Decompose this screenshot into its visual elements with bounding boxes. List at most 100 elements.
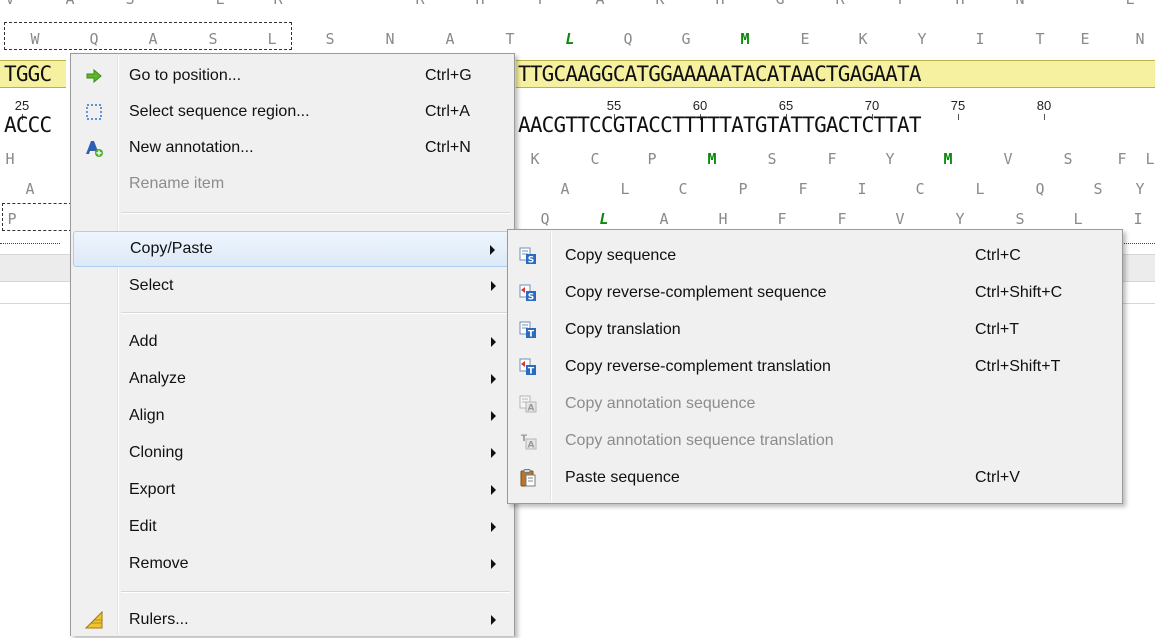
aa-letter: Q [1035, 180, 1045, 198]
aa-letter: H [950, 0, 970, 8]
aa-letter: H [5, 150, 15, 168]
menu-item-new-annotation[interactable]: New annotation... Ctrl+N [73, 130, 512, 166]
aa-letter: C [678, 180, 688, 198]
aa-letter: R [268, 0, 288, 8]
menu-item-copy-translation[interactable]: T Copy translation Ctrl+T [510, 312, 1120, 348]
menu-item-remove[interactable]: Remove [73, 546, 512, 582]
copy-revcomp-sequence-icon: S [519, 284, 536, 303]
svg-text:T: T [528, 330, 535, 340]
aa-letter: A [445, 30, 455, 48]
paste-icon [520, 469, 536, 487]
aa-letter: F [1117, 150, 1127, 168]
menu-item-label: New annotation... [129, 139, 254, 156]
menu-item-label: Go to position... [129, 67, 242, 84]
aa-letter: K [650, 0, 670, 8]
dashed-selection-icon [86, 104, 102, 120]
aa-letter: V [895, 210, 905, 228]
aa-letter: M [707, 150, 717, 168]
menu-item-cloning[interactable]: Cloning [73, 435, 512, 471]
menu-item-copy-paste[interactable]: Copy/Paste [73, 231, 512, 267]
menu-item-label: Analyze [129, 370, 186, 387]
menu-item-edit[interactable]: Edit [73, 509, 512, 545]
aa-letter: G [681, 30, 691, 48]
dna-forward-right: TTGCAAGGCATGGAAAAATACATAACTGAGAATA [518, 62, 921, 86]
menu-item-select-sequence-region[interactable]: Select sequence region... Ctrl+A [73, 94, 512, 130]
aa-letter: A [60, 0, 80, 8]
aa-letter: L [620, 180, 630, 198]
aa-letter: Q [89, 30, 99, 48]
menu-item-label: Copy reverse-complement translation [565, 358, 831, 375]
aa-letter: A [148, 30, 158, 48]
aa-letter: S [1093, 180, 1103, 198]
aa-letter: N [1135, 30, 1145, 48]
ruler-tick: 80 [1029, 98, 1059, 120]
menu-item-rulers[interactable]: Rulers... [73, 602, 512, 638]
copy-revcomp-translation-icon: T [519, 358, 536, 377]
menu-item-copy-revcomp-sequence[interactable]: S Copy reverse-complement sequence Ctrl+… [510, 275, 1120, 311]
svg-text:A: A [528, 441, 535, 451]
ruler-tick: 70 [857, 98, 887, 120]
aa-letter: T [505, 30, 515, 48]
menu-item-shortcut: Ctrl+C [975, 247, 1021, 264]
aa-letter: P [7, 210, 17, 228]
aa-letter: H [710, 0, 730, 8]
menu-item-copy-sequence[interactable]: S Copy sequence Ctrl+C [510, 238, 1120, 274]
submenu-arrow-icon [491, 281, 496, 291]
aa-letter: P [738, 180, 748, 198]
aa-letter: Y [885, 150, 895, 168]
aa-letter: A [590, 0, 610, 8]
aa-letter: K [858, 30, 868, 48]
menu-item-label: Copy annotation sequence translation [565, 432, 834, 449]
submenu-arrow-icon [491, 337, 496, 347]
ruler-icon [84, 610, 103, 629]
dna-forward-left: TGGC [4, 62, 52, 86]
menu-item-export[interactable]: Export [73, 472, 512, 508]
menu-item-label: Remove [129, 555, 189, 572]
menu-item-shortcut: Ctrl+A [425, 103, 470, 120]
context-menu: Go to position... Ctrl+G Select sequence… [70, 53, 515, 636]
submenu-arrow-icon [491, 411, 496, 421]
menu-item-label: Export [129, 481, 176, 498]
svg-text:T: T [528, 367, 535, 377]
aa-letter: L [267, 30, 277, 48]
aa-letter: C [590, 150, 600, 168]
copy-sequence-icon: S [519, 247, 536, 266]
new-annotation-icon [86, 141, 103, 157]
aa-row-top: V A S L R R H T A K H G R T H N L [0, 0, 1155, 12]
aa-letter: E [1080, 30, 1090, 48]
menu-item-add[interactable]: Add [73, 324, 512, 360]
menu-item-shortcut: Ctrl+V [975, 469, 1020, 486]
menu-item-shortcut: Ctrl+G [425, 67, 472, 84]
aa-letter: P [647, 150, 657, 168]
menu-item-label: Paste sequence [565, 469, 680, 486]
green-arrow-icon [86, 68, 102, 84]
aa-letter: Y [1135, 180, 1145, 198]
menu-item-label: Select sequence region... [129, 103, 310, 120]
menu-item-label: Align [129, 407, 165, 424]
aa-letter: H [718, 210, 728, 228]
aa-row-1: W Q A S L S N A T L Q G M E K Y I T E N [0, 30, 1155, 52]
menu-item-copy-annotation-sequence: A Copy annotation sequence [510, 386, 1120, 422]
aa-letter: E [800, 30, 810, 48]
menu-item-label: Copy annotation sequence [565, 395, 756, 412]
menu-item-paste-sequence[interactable]: Paste sequence Ctrl+V [510, 460, 1120, 496]
menu-item-go-to-position[interactable]: Go to position... Ctrl+G [73, 58, 512, 94]
aa-letter: S [1015, 210, 1025, 228]
aa-letter: C [915, 180, 925, 198]
menu-item-copy-revcomp-translation[interactable]: T Copy reverse-complement translation Ct… [510, 349, 1120, 385]
menu-item-align[interactable]: Align [73, 398, 512, 434]
aa-letter: L [565, 30, 575, 48]
aa-letter: W [30, 30, 40, 48]
aa-letter: A [25, 180, 35, 198]
copy-annotation-translation-icon: T A [521, 434, 537, 451]
menu-item-analyze[interactable]: Analyze [73, 361, 512, 397]
menu-item-select[interactable]: Select [73, 268, 512, 304]
aa-letter: F [837, 210, 847, 228]
menu-item-label: Rulers... [129, 611, 189, 628]
aa-letter: A [560, 180, 570, 198]
ruler-tick: 55 [599, 98, 629, 120]
menu-item-shortcut: Ctrl+N [425, 139, 471, 156]
aa-letter: G [770, 0, 790, 8]
menu-item-rename-item: Rename item [73, 166, 512, 202]
submenu-arrow-icon [490, 245, 495, 255]
